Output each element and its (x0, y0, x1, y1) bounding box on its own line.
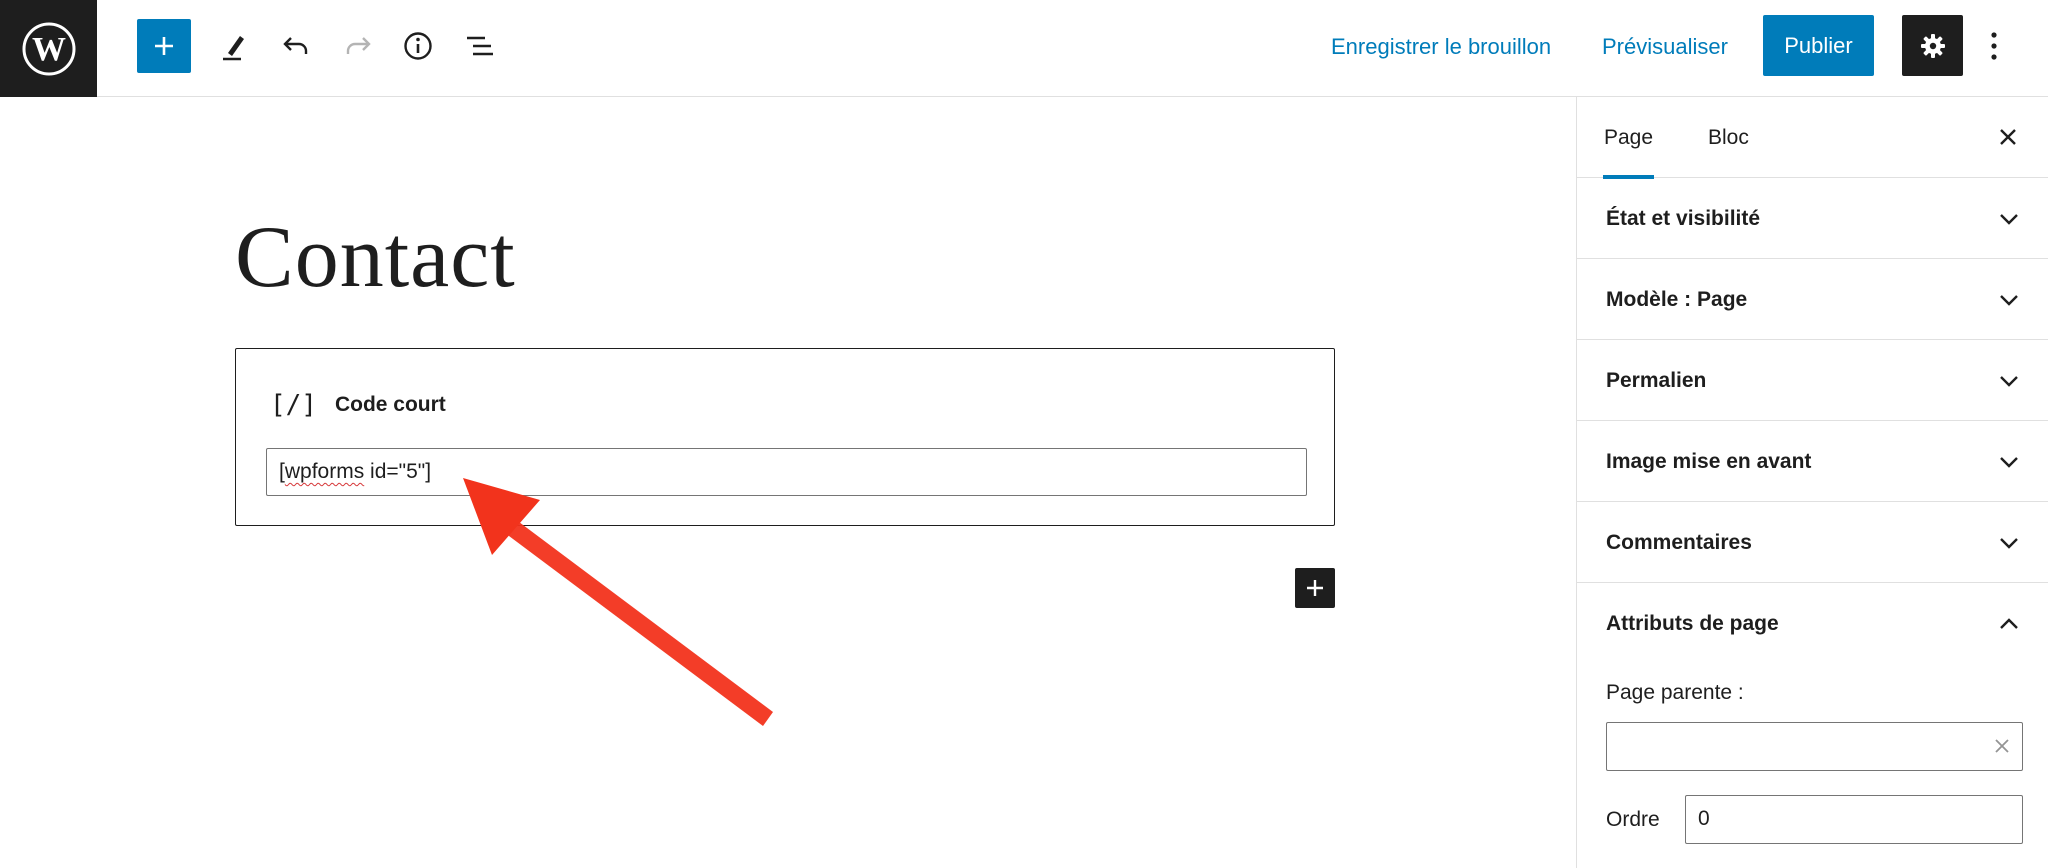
close-icon (2000, 129, 2016, 145)
chevron-down-icon (1996, 287, 2022, 313)
shortcode-input[interactable]: [wpforms id="5"] (266, 448, 1307, 496)
pencil-icon (223, 36, 244, 61)
shortcode-text-part: id="5"] (364, 460, 432, 483)
order-label: Ordre (1606, 808, 1660, 831)
tab-page[interactable]: Page (1602, 97, 1655, 179)
settings-button[interactable] (1902, 15, 1963, 76)
shortcode-block-header: [/] Code court (270, 385, 446, 425)
clear-parent-button[interactable] (1991, 735, 2013, 757)
tab-block[interactable]: Bloc (1708, 97, 1749, 178)
chevron-down-icon (1996, 368, 2022, 394)
shortcode-block[interactable]: [/] Code court [wpforms id="5"] (235, 348, 1335, 526)
panel-comments[interactable]: Commentaires (1577, 502, 2048, 583)
plus-icon (1307, 580, 1323, 596)
panel-permalink[interactable]: Permalien (1577, 340, 2048, 421)
wordpress-logo-button[interactable]: W (0, 0, 97, 97)
plus-icon (155, 37, 173, 55)
editor-header: W Enregistrer le brouillon Prévisualiser… (0, 0, 2048, 97)
panel-title: Permalien (1606, 369, 1707, 392)
tools-button[interactable] (210, 22, 258, 70)
chevron-down-icon (1996, 530, 2022, 556)
clear-icon (1995, 739, 2009, 753)
order-field[interactable]: 0 (1685, 795, 2023, 844)
close-sidebar-button[interactable] (1988, 117, 2028, 157)
chevron-down-icon (1996, 449, 2022, 475)
list-view-button[interactable] (456, 22, 504, 70)
save-draft-button[interactable]: Enregistrer le brouillon (1331, 30, 1551, 64)
undo-button[interactable] (272, 22, 320, 70)
list-view-icon (467, 36, 493, 56)
gear-icon (1920, 33, 1945, 58)
redo-icon (346, 37, 371, 54)
parent-page-label: Page parente : (1606, 681, 1744, 704)
block-inserter-button[interactable] (1295, 568, 1335, 608)
panel-title[interactable]: Attributs de page (1606, 583, 1779, 664)
settings-sidebar: Page Bloc État et visibilité Modèle : Pa… (1576, 97, 2048, 868)
panel-featured-image[interactable]: Image mise en avant (1577, 421, 2048, 502)
panel-page-attributes: Attributs de page Page parente : Ordre 0 (1577, 583, 2048, 868)
publish-button[interactable]: Publier (1763, 15, 1874, 76)
details-button[interactable] (394, 22, 442, 70)
panel-template[interactable]: Modèle : Page (1577, 259, 2048, 340)
undo-icon (283, 37, 308, 54)
panel-title: État et visibilité (1606, 207, 1761, 230)
panel-status-visibility[interactable]: État et visibilité (1577, 178, 2048, 259)
parent-page-field[interactable] (1606, 722, 2023, 771)
redo-button[interactable] (334, 22, 382, 70)
preview-button[interactable]: Prévisualiser (1602, 30, 1728, 64)
vertical-dots-icon (1991, 32, 1997, 60)
annotation-arrow-shaft (497, 513, 773, 726)
panel-title: Commentaires (1606, 531, 1752, 554)
post-title[interactable]: Contact (235, 208, 516, 308)
info-icon (404, 32, 432, 60)
sidebar-tabs: Page Bloc (1577, 97, 2048, 179)
svg-text:W: W (32, 31, 66, 68)
shortcode-icon: [/] (270, 390, 317, 420)
panel-title: Modèle : Page (1606, 288, 1748, 311)
wordpress-logo-icon: W (22, 22, 75, 75)
chevron-down-icon (1996, 206, 2022, 232)
shortcode-block-label: Code court (334, 393, 446, 416)
chevron-up-icon[interactable] (1996, 611, 2022, 637)
panel-title: Image mise en avant (1606, 450, 1812, 473)
add-block-button[interactable] (137, 19, 191, 73)
spellcheck-underlined-word: wpforms (284, 460, 365, 483)
more-options-button[interactable] (1976, 22, 2012, 70)
